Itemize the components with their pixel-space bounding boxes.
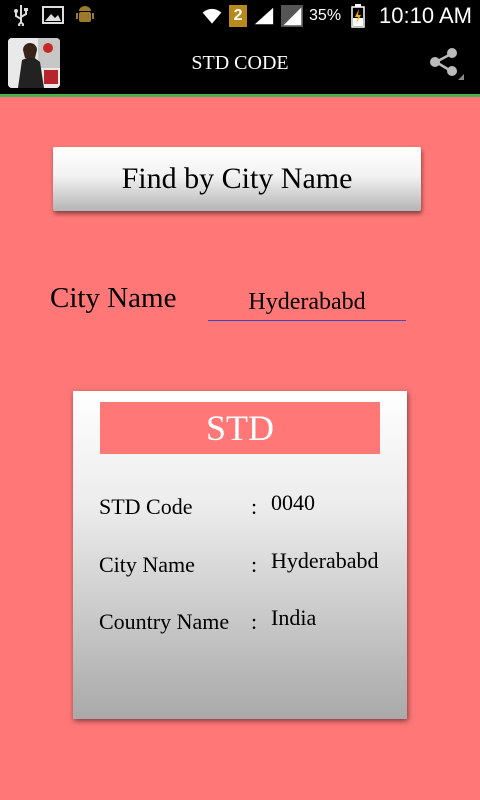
row-separator: :	[251, 609, 258, 634]
android-icon	[74, 4, 96, 26]
row-separator: :	[251, 494, 258, 519]
row-value: India	[271, 605, 317, 630]
status-bar-notifications	[10, 4, 96, 26]
wifi-icon	[201, 5, 223, 27]
row-label: STD Code	[99, 494, 193, 519]
city-name-input[interactable]: Hyderababd	[208, 284, 406, 321]
notification-badge: 2	[229, 5, 248, 27]
image-icon	[42, 4, 64, 26]
usb-icon	[10, 4, 32, 26]
city-name-label: City Name	[50, 282, 177, 314]
battery-percent: 35%	[309, 7, 342, 24]
row-label: City Name	[99, 552, 195, 577]
signal-icon	[253, 5, 275, 27]
status-bar: 2 35% 10:10 AM	[0, 0, 480, 32]
app-bar: STD CODE	[0, 32, 480, 97]
signal-icon-secondary	[281, 5, 304, 27]
row-separator: :	[251, 552, 258, 577]
clock: 10:10 AM	[379, 3, 472, 28]
status-bar-system: 2 35% 10:10 AM	[201, 0, 472, 32]
card-header: STD	[100, 402, 380, 454]
std-result-card: STD STD Code : 0040 City Name : Hyderaba…	[73, 391, 407, 719]
row-value: Hyderababd	[271, 548, 379, 573]
battery-charging-icon	[347, 4, 369, 28]
find-by-city-button[interactable]: Find by City Name	[53, 147, 421, 211]
share-button[interactable]	[426, 46, 466, 82]
row-value: 0040	[271, 490, 315, 515]
row-label: Country Name	[99, 609, 230, 634]
app-title: STD CODE	[191, 52, 289, 74]
share-icon	[430, 48, 464, 80]
